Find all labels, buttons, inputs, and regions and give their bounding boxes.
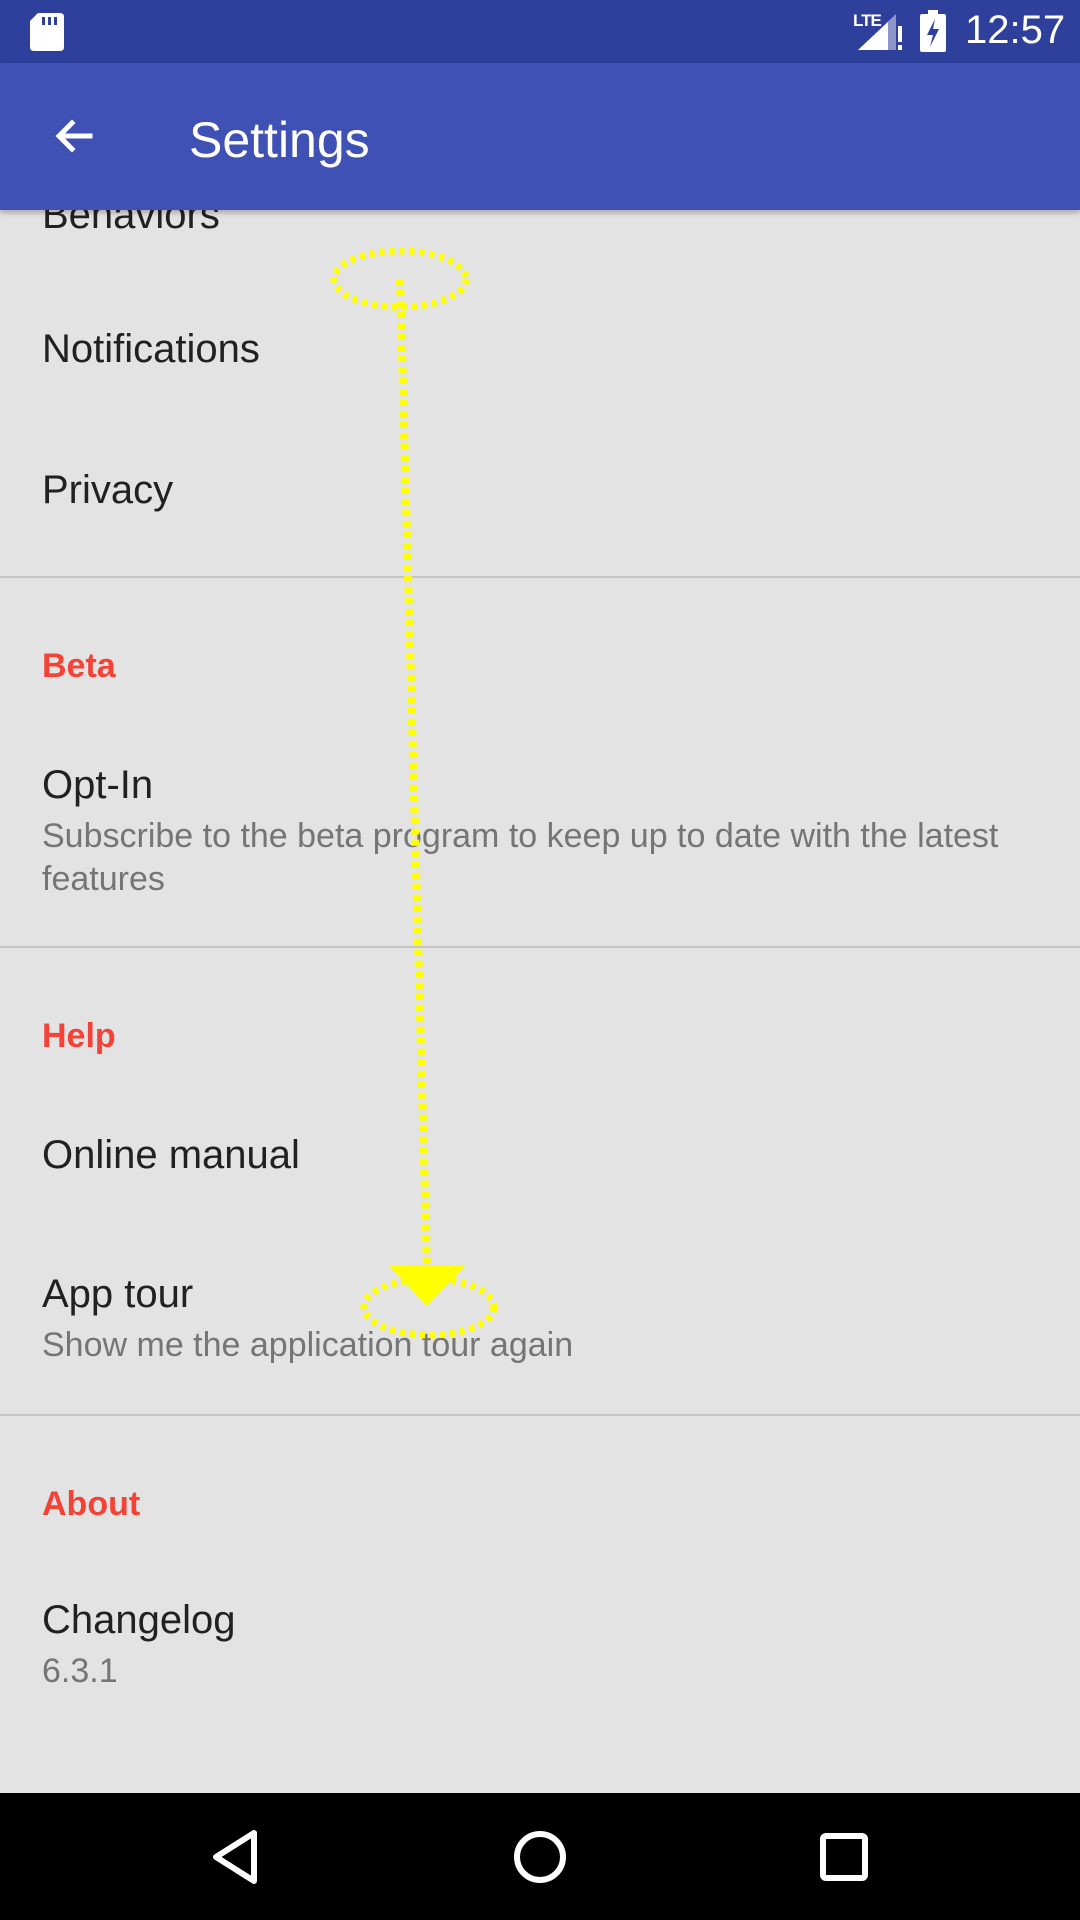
pref-summary: Show me the application tour again xyxy=(42,1326,574,1364)
pref-changelog[interactable]: Changelog 6.3.1 xyxy=(0,1568,1080,1738)
pref-summary: 6.3.1 xyxy=(42,1652,118,1690)
nav-home-button[interactable] xyxy=(500,1817,580,1897)
divider xyxy=(0,576,1080,578)
divider xyxy=(0,946,1080,948)
arrow-back-icon xyxy=(55,119,93,153)
home-circle-icon xyxy=(514,1831,566,1883)
back-triangle-icon xyxy=(213,1830,257,1884)
status-time: 12:57 xyxy=(965,8,1066,52)
nav-recents-button[interactable] xyxy=(804,1817,884,1897)
navigation-bar xyxy=(0,1793,1080,1920)
settings-list[interactable]: Behaviors Notifications Privacy Beta Opt… xyxy=(0,210,1080,1793)
divider xyxy=(0,1414,1080,1416)
pref-title: Privacy xyxy=(42,468,174,512)
pref-online-manual[interactable]: Online manual xyxy=(0,1100,1080,1240)
pref-opt-in[interactable]: Opt-In Subscribe to the beta program to … xyxy=(0,730,1080,950)
pref-title: App tour xyxy=(42,1272,194,1316)
section-header-about: About xyxy=(42,1485,141,1523)
nav-back-button[interactable] xyxy=(196,1817,276,1897)
pref-title: Notifications xyxy=(42,327,260,371)
pref-title: Online manual xyxy=(42,1133,300,1177)
status-bar: LTE 12:57 xyxy=(0,0,1080,63)
battery-charging-icon xyxy=(920,10,946,52)
pref-behaviors[interactable]: Behaviors xyxy=(0,210,1080,280)
pref-title: Behaviors xyxy=(42,210,220,237)
section-header-help: Help xyxy=(42,1017,116,1055)
recents-square-icon xyxy=(820,1833,868,1881)
pref-app-tour[interactable]: App tour Show me the application tour ag… xyxy=(0,1242,1080,1412)
back-button[interactable] xyxy=(38,100,110,172)
pref-title: Changelog xyxy=(42,1598,236,1642)
pref-privacy[interactable]: Privacy xyxy=(0,422,1080,562)
app-bar: Settings xyxy=(0,63,1080,210)
pref-title: Opt-In xyxy=(42,763,154,807)
sd-card-icon xyxy=(30,13,64,51)
page-title: Settings xyxy=(189,112,370,168)
pref-notifications[interactable]: Notifications xyxy=(0,281,1080,421)
signal-icon xyxy=(858,14,902,50)
pref-summary: Subscribe to the beta program to keep up… xyxy=(42,817,999,898)
section-header-beta: Beta xyxy=(42,647,116,685)
